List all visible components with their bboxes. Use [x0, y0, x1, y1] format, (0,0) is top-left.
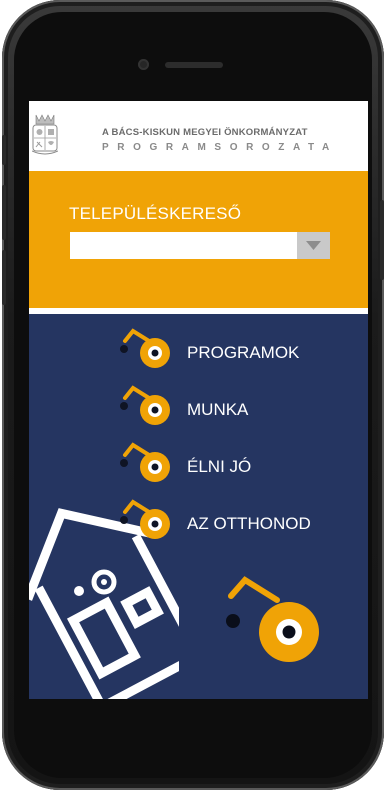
menu-item-label: ÉLNI JÓ — [187, 457, 252, 476]
power-button — [380, 200, 384, 280]
settlement-select[interactable] — [70, 232, 330, 259]
menu-item-label: MUNKA — [187, 400, 249, 419]
header-title: A BÁCS-KISKUN MEGYEI ÖNKORMÁNYZAT — [102, 127, 308, 138]
eye-key-icon — [120, 499, 170, 539]
search-panel: TELEPÜLÉSKERESŐ — [29, 171, 368, 308]
header-subtitle: PROGRAMSOROZATA — [102, 142, 338, 153]
menu-panel: PROGRAMOK MUNKA ÉLNI JÓ AZ OTTHONOD — [29, 314, 368, 699]
menu-item-elni-jo[interactable]: ÉLNI JÓ — [119, 439, 339, 483]
eye-key-icon — [226, 576, 319, 662]
menu-item-programok[interactable]: PROGRAMOK — [119, 325, 339, 369]
dropdown-toggle[interactable] — [297, 232, 330, 259]
menu-item-munka[interactable]: MUNKA — [119, 382, 339, 426]
search-label: TELEPÜLÉSKERESŐ — [69, 204, 242, 223]
volume-down-button — [2, 250, 6, 305]
front-camera — [138, 59, 149, 70]
app-screen: A BÁCS-KISKUN MEGYEI ÖNKORMÁNYZAT PROGRA… — [29, 101, 368, 699]
eye-key-icon — [120, 442, 170, 482]
chevron-down-icon — [306, 241, 321, 250]
menu-item-label: PROGRAMOK — [187, 343, 300, 362]
menu-item-az-otthonod[interactable]: AZ OTTHONOD — [119, 496, 339, 540]
screen-bottom-bezel — [29, 699, 368, 719]
silent-switch — [2, 135, 6, 165]
menu-item-label: AZ OTTHONOD — [187, 514, 311, 533]
eye-key-icon — [120, 385, 170, 425]
coat-of-arms-icon — [32, 114, 58, 155]
volume-up-button — [2, 185, 6, 240]
earpiece-speaker — [165, 62, 223, 68]
eye-key-icon — [120, 328, 170, 368]
header: A BÁCS-KISKUN MEGYEI ÖNKORMÁNYZAT PROGRA… — [29, 101, 368, 171]
